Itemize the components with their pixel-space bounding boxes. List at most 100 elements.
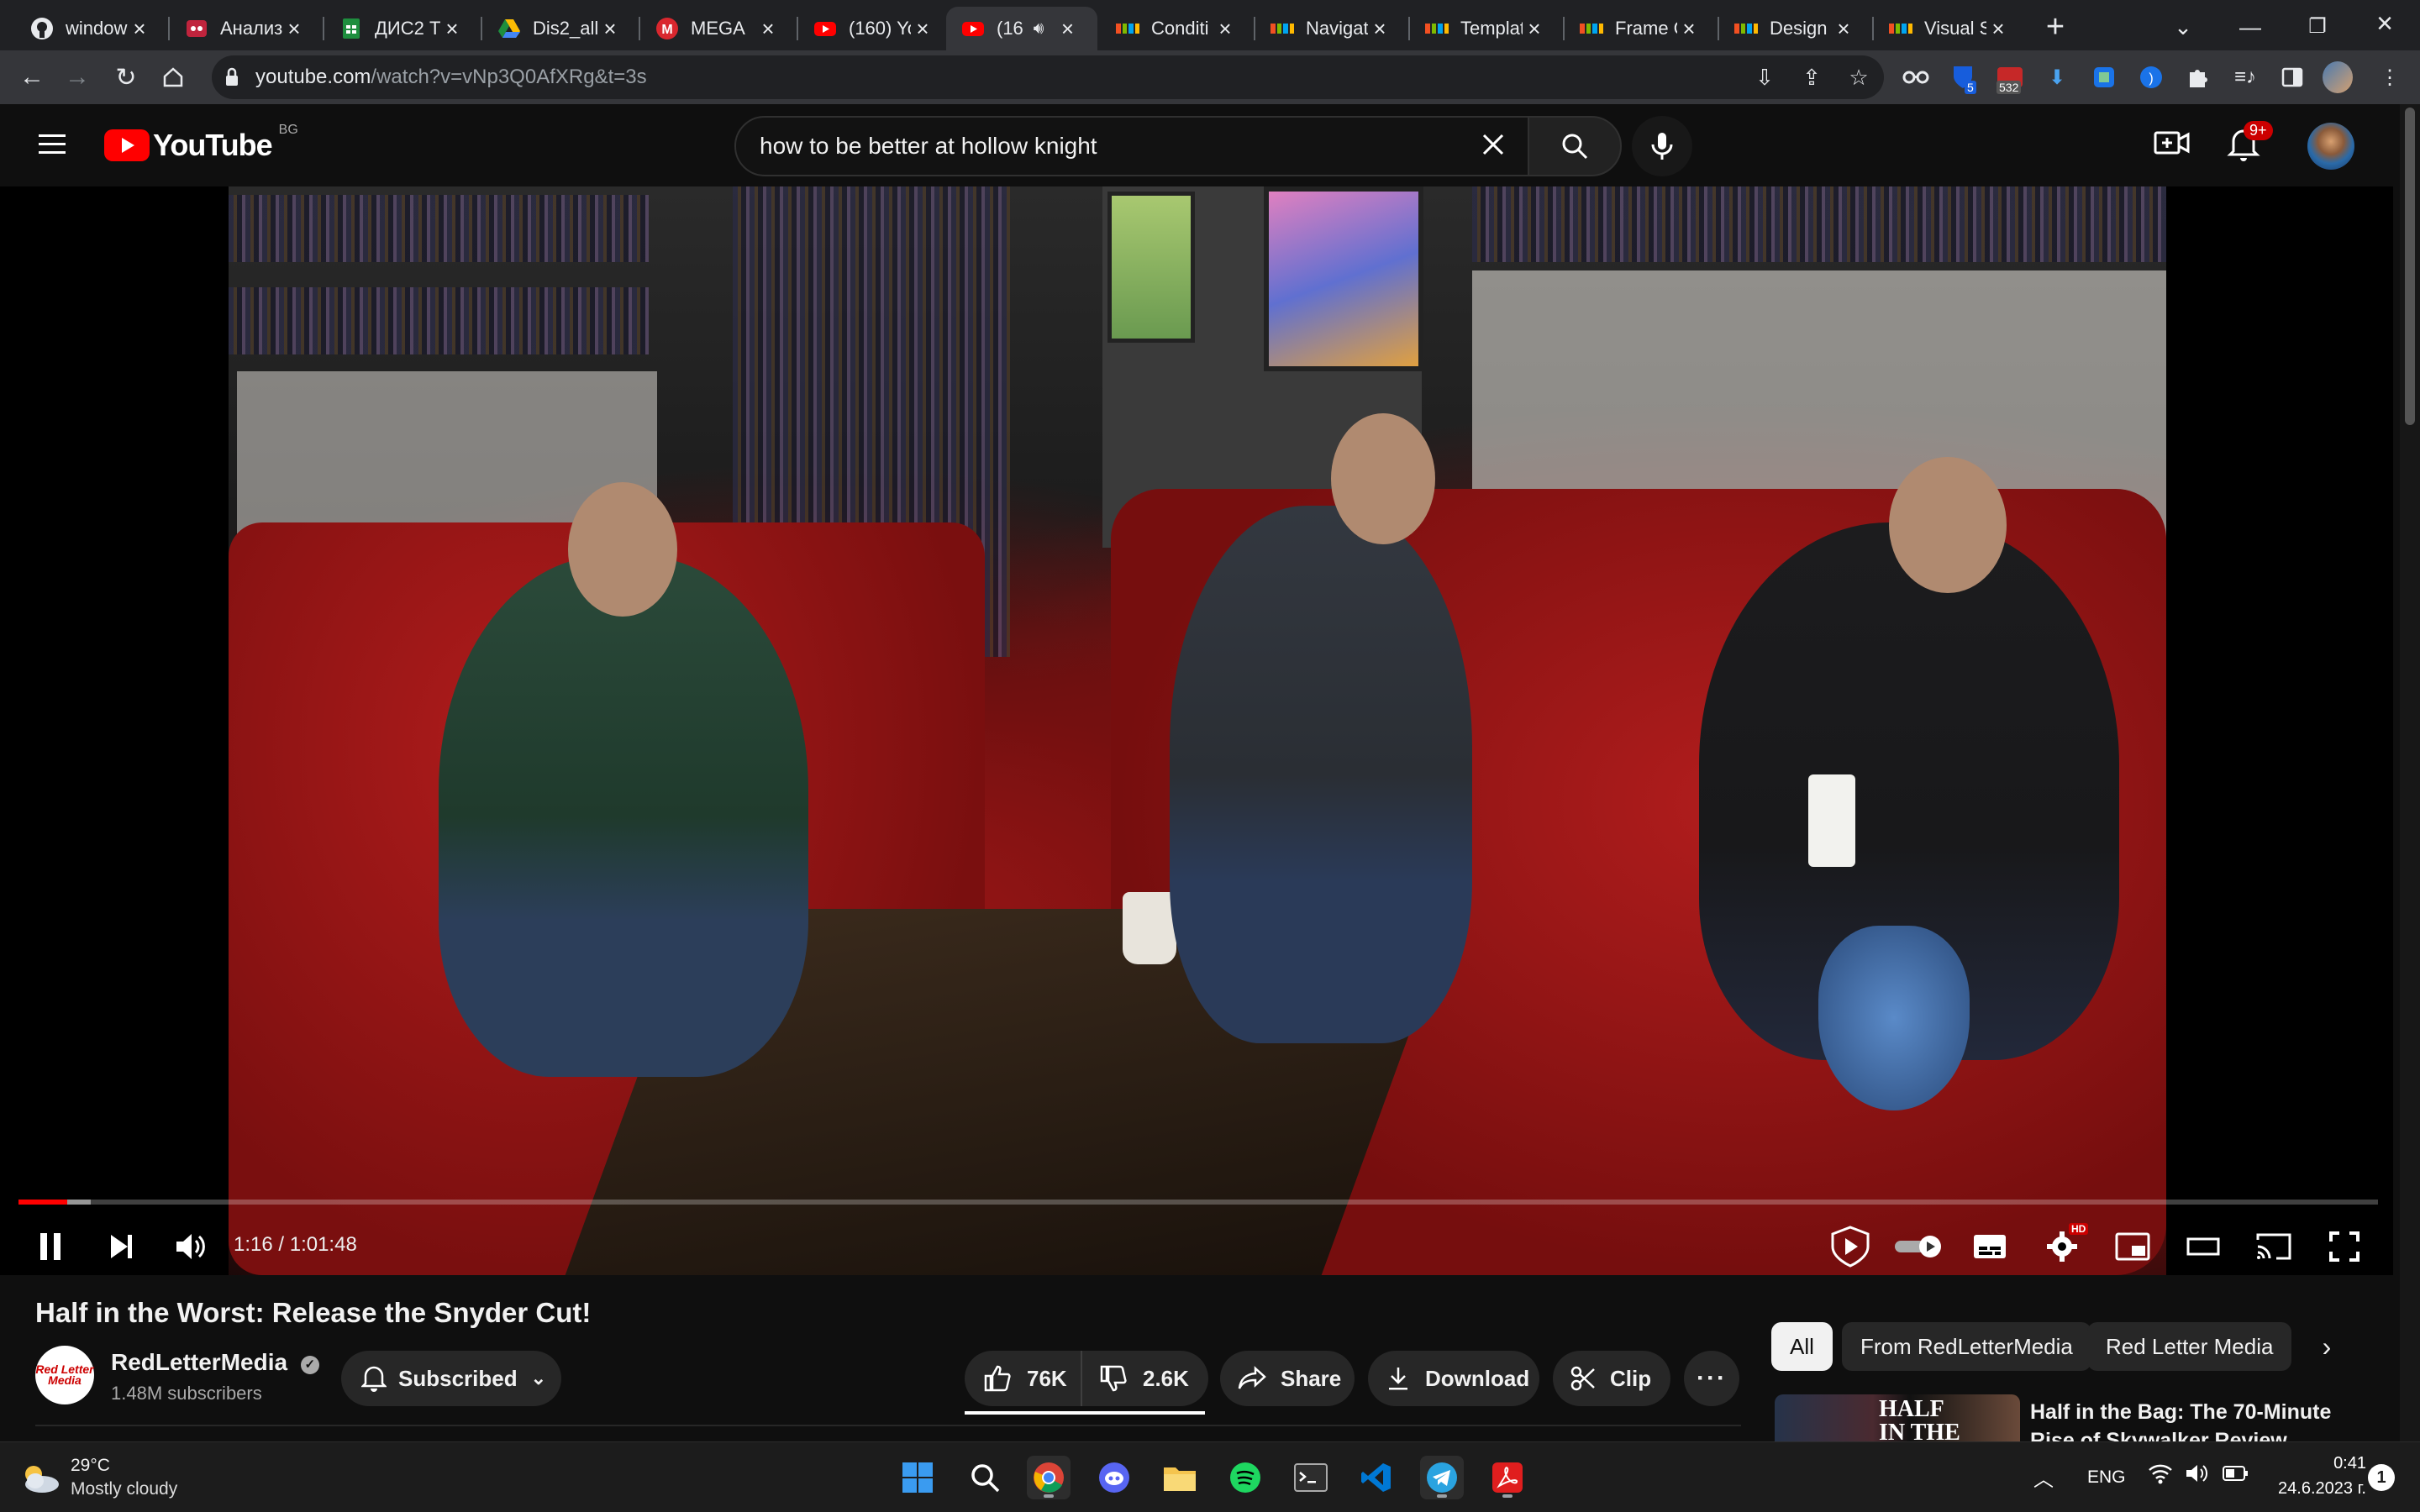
- extension-glasses-icon[interactable]: [1901, 62, 1931, 92]
- taskbar-terminal[interactable]: [1289, 1456, 1333, 1499]
- browser-tab-active[interactable]: (16 🔊︎ ×: [946, 7, 1097, 50]
- chip-from-channel[interactable]: From RedLetterMedia: [1842, 1322, 2091, 1371]
- like-button[interactable]: 76K: [965, 1351, 1082, 1406]
- home-button[interactable]: [155, 59, 192, 96]
- close-tab-icon[interactable]: ×: [1055, 16, 1079, 42]
- close-tab-icon[interactable]: ×: [282, 16, 306, 42]
- browser-tab[interactable]: Conditi ×: [1101, 7, 1249, 50]
- audio-playing-icon[interactable]: 🔊︎: [1034, 19, 1044, 39]
- minimize-window-icon[interactable]: —: [2232, 8, 2269, 45]
- channel-name[interactable]: RedLetterMedia ✓: [111, 1349, 319, 1376]
- browser-tab[interactable]: M MEGA ×: [640, 7, 792, 50]
- side-panel-icon[interactable]: [2277, 62, 2307, 92]
- browser-tab[interactable]: Navigat ×: [1255, 7, 1403, 50]
- voice-search-button[interactable]: [1632, 116, 1692, 176]
- browser-tab[interactable]: (160) Yo ×: [798, 7, 946, 50]
- system-clock[interactable]: 0:41 24.6.2023 г.: [2252, 1451, 2366, 1501]
- download-arrow-icon[interactable]: ⬇: [2042, 62, 2072, 92]
- close-tab-icon[interactable]: ×: [598, 16, 622, 42]
- settings-button[interactable]: HD: [2037, 1221, 2089, 1272]
- clip-button[interactable]: Clip: [1553, 1351, 1670, 1406]
- browser-tab[interactable]: window ×: [15, 7, 163, 50]
- start-button[interactable]: [896, 1456, 939, 1499]
- download-button[interactable]: Download: [1368, 1351, 1539, 1406]
- close-tab-icon[interactable]: ×: [1986, 16, 2010, 42]
- install-app-icon[interactable]: ⇩: [1751, 64, 1778, 91]
- close-window-icon[interactable]: ×: [2366, 5, 2403, 42]
- extension-translate-icon[interactable]: [2089, 62, 2119, 92]
- theater-mode-button[interactable]: [2178, 1221, 2228, 1272]
- subscribed-button[interactable]: Subscribed ⌄: [341, 1351, 561, 1406]
- taskbar-search-button[interactable]: [963, 1456, 1007, 1499]
- taskbar-chrome[interactable]: [1027, 1456, 1071, 1499]
- cast-button[interactable]: [2249, 1221, 2299, 1272]
- subtitles-button[interactable]: [1965, 1221, 2015, 1272]
- taskbar-telegram[interactable]: [1420, 1456, 1464, 1499]
- miniplayer-button[interactable]: [2107, 1221, 2158, 1272]
- progress-bar[interactable]: [18, 1200, 2378, 1205]
- close-tab-icon[interactable]: ×: [1832, 16, 1855, 42]
- reload-button[interactable]: ↻: [108, 59, 145, 96]
- fullscreen-button[interactable]: [2319, 1221, 2370, 1272]
- media-controls-icon[interactable]: ≡♪: [2230, 62, 2260, 92]
- new-tab-button[interactable]: +: [2037, 8, 2074, 45]
- notifications-bell-icon[interactable]: 9+: [2227, 121, 2273, 168]
- hamburger-menu-icon[interactable]: [35, 126, 72, 163]
- extension-redtext-icon[interactable]: 532: [1995, 62, 2025, 94]
- dislike-button[interactable]: 2.6K: [1082, 1351, 1189, 1406]
- browser-tab[interactable]: Dis2_all ×: [482, 7, 634, 50]
- taskbar-acrobat[interactable]: [1486, 1456, 1529, 1499]
- extension-bitwarden-icon[interactable]: 5: [1948, 62, 1978, 94]
- close-tab-icon[interactable]: ×: [756, 16, 780, 42]
- share-page-icon[interactable]: ⇪: [1798, 64, 1825, 91]
- browser-tab[interactable]: ДИС2 Т ×: [324, 7, 476, 50]
- pause-button[interactable]: [25, 1221, 76, 1272]
- sponsorblock-button[interactable]: [1825, 1221, 1876, 1272]
- forward-button[interactable]: →: [59, 59, 96, 96]
- browser-menu-icon[interactable]: ⋮: [2375, 62, 2405, 92]
- close-tab-icon[interactable]: ×: [1523, 16, 1546, 42]
- chip-related[interactable]: Red Letter Media: [2087, 1322, 2292, 1371]
- profile-avatar[interactable]: [2323, 61, 2353, 93]
- weather-widget[interactable]: 29°C Mostly cloudy: [18, 1454, 177, 1501]
- lock-icon[interactable]: [224, 67, 240, 92]
- more-actions-button[interactable]: ···: [1684, 1351, 1739, 1406]
- recommended-thumbnail[interactable]: HALF IN THE BAG: [1775, 1394, 2020, 1441]
- close-tab-icon[interactable]: ×: [1213, 16, 1237, 42]
- scrollbar-thumb[interactable]: [2405, 108, 2415, 425]
- video-frame[interactable]: [229, 186, 2166, 1275]
- system-tray[interactable]: [2148, 1462, 2249, 1484]
- recommended-title[interactable]: Half in the Bag: The 70-Minute Rise of S…: [2030, 1398, 2383, 1441]
- browser-tab[interactable]: Templat ×: [1410, 7, 1558, 50]
- channel-avatar[interactable]: Red Letter Media: [35, 1346, 94, 1404]
- show-hidden-icons-chevron[interactable]: ︿: [2033, 1462, 2054, 1492]
- youtube-logo[interactable]: YouTube BG: [104, 123, 298, 163]
- close-tab-icon[interactable]: ×: [1677, 16, 1701, 42]
- search-button[interactable]: [1528, 116, 1622, 176]
- bookmark-star-icon[interactable]: ☆: [1845, 64, 1872, 91]
- browser-tab[interactable]: Design ×: [1719, 7, 1867, 50]
- mute-button[interactable]: [165, 1221, 215, 1272]
- taskbar-file-explorer[interactable]: [1158, 1456, 1202, 1499]
- chevron-right-icon[interactable]: ›: [2302, 1322, 2351, 1371]
- search-input[interactable]: how to be better at hollow knight: [760, 133, 1481, 160]
- taskbar-vscode[interactable]: [1355, 1456, 1398, 1499]
- taskbar-spotify[interactable]: [1223, 1456, 1267, 1499]
- close-tab-icon[interactable]: ×: [440, 16, 464, 42]
- create-video-icon[interactable]: [2153, 126, 2195, 166]
- share-button[interactable]: Share: [1220, 1351, 1355, 1406]
- restore-window-icon[interactable]: ❐: [2299, 8, 2336, 45]
- next-video-button[interactable]: [96, 1221, 146, 1272]
- notification-center-icon[interactable]: 1: [2368, 1464, 2395, 1491]
- close-tab-icon[interactable]: ×: [911, 16, 934, 42]
- input-language[interactable]: ENG: [2087, 1467, 2126, 1488]
- close-tab-icon[interactable]: ×: [128, 16, 151, 42]
- autoplay-toggle[interactable]: [1891, 1221, 1949, 1272]
- back-button[interactable]: ←: [13, 59, 50, 96]
- tab-search-chevron-icon[interactable]: ⌄: [2165, 8, 2202, 45]
- browser-tab[interactable]: Анализ ×: [170, 7, 318, 50]
- browser-tab[interactable]: Visual S ×: [1874, 7, 2022, 50]
- page-scrollbar[interactable]: [2400, 104, 2420, 1441]
- address-bar[interactable]: youtube.com/watch?v=vNp3Q0AfXRg&t=3s ⇩ ⇪…: [212, 55, 1884, 99]
- clear-search-icon[interactable]: [1481, 132, 1506, 161]
